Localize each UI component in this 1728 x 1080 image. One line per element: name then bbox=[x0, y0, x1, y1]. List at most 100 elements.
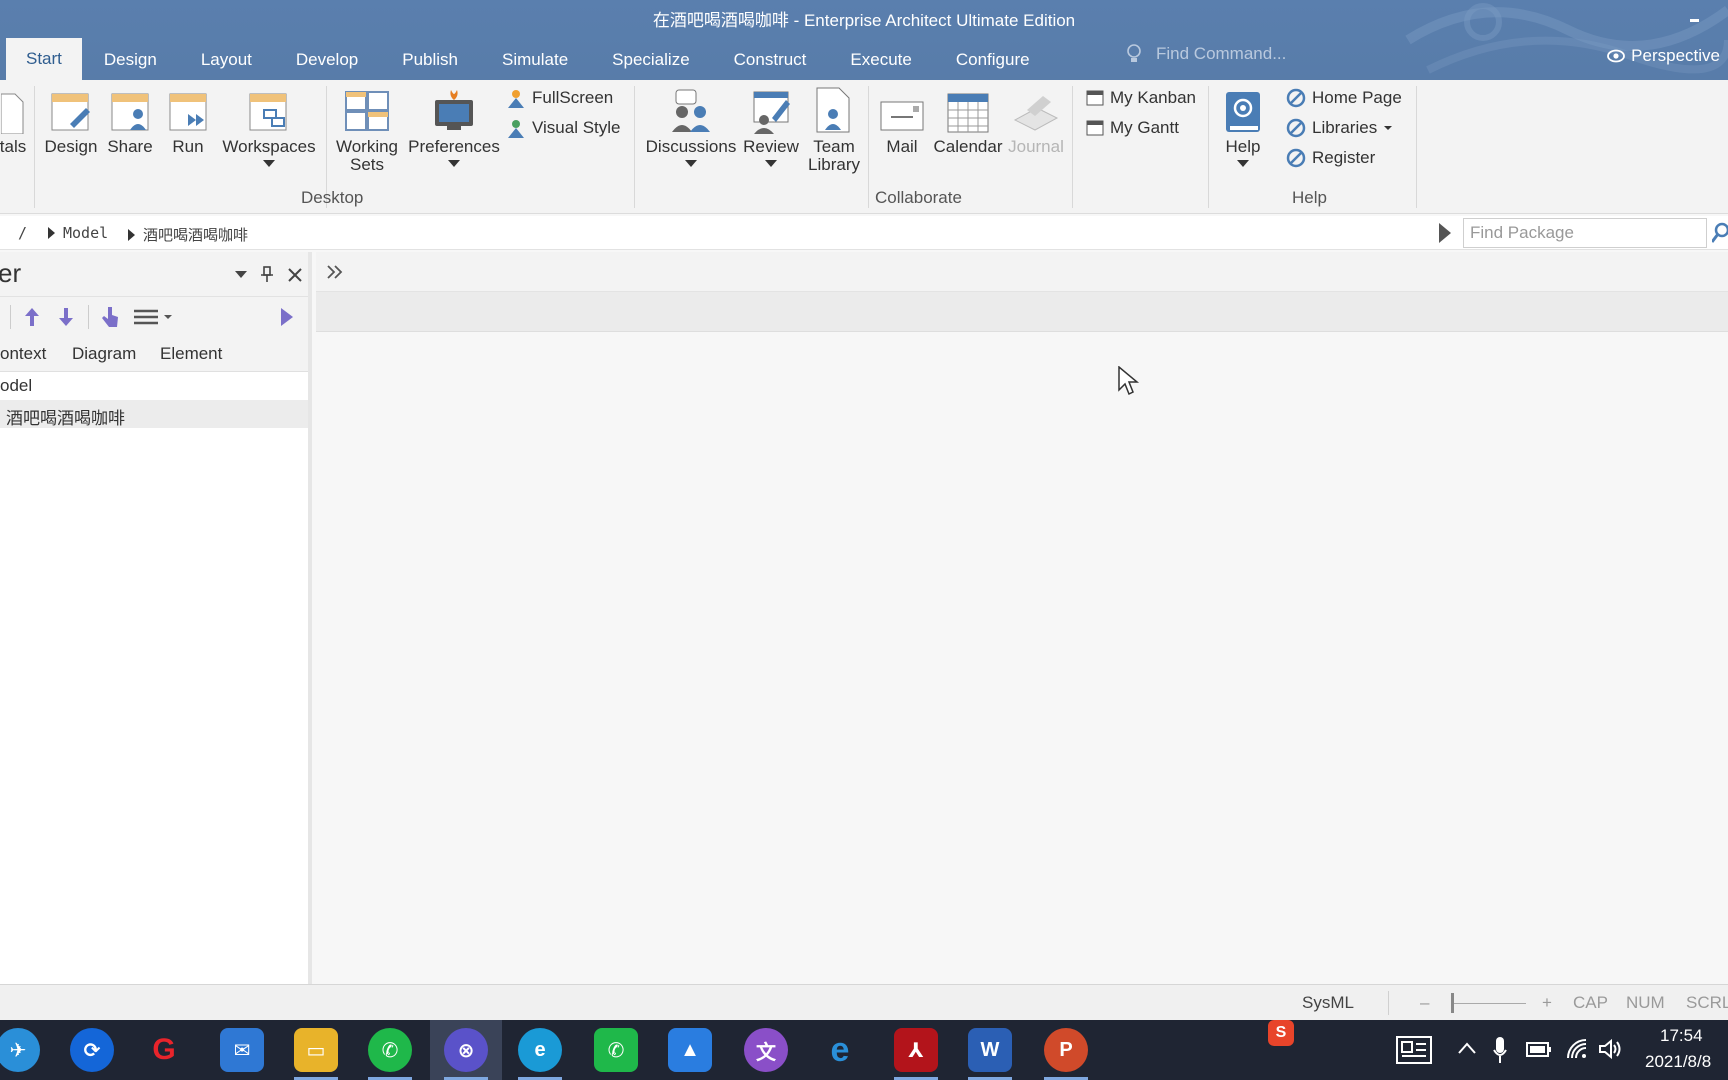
tab-start[interactable]: Start bbox=[6, 38, 82, 80]
my-kanban-button[interactable]: My Kanban bbox=[1086, 88, 1196, 108]
tab-design[interactable]: Design bbox=[82, 40, 179, 80]
tab-develop[interactable]: Develop bbox=[274, 40, 380, 80]
tab-layout[interactable]: Layout bbox=[179, 40, 274, 80]
dingtalk-app-icon[interactable]: ⟳ bbox=[70, 1028, 114, 1072]
acrobat-app-icon[interactable]: ⅄ bbox=[894, 1028, 938, 1080]
visual-style-button[interactable]: Visual Style bbox=[506, 118, 621, 138]
double-chevron-right-icon[interactable] bbox=[326, 264, 344, 280]
microphone-icon[interactable] bbox=[1492, 1036, 1508, 1064]
working-sets-label-2: Sets bbox=[349, 155, 385, 174]
journal-button[interactable]: Journal bbox=[1004, 84, 1068, 156]
title-bar: 在酒吧喝酒喝咖啡 - Enterprise Architect Ultimate… bbox=[0, 0, 1728, 80]
separator bbox=[88, 305, 89, 329]
zoom-out-button[interactable]: – bbox=[1420, 993, 1429, 1013]
powerpoint-app-icon[interactable]: P bbox=[1044, 1028, 1088, 1080]
internet-explorer-icon[interactable]: e bbox=[818, 1028, 862, 1072]
close-icon[interactable] bbox=[288, 268, 302, 282]
calendar-button[interactable]: Calendar bbox=[932, 84, 1004, 156]
design-button[interactable]: Design bbox=[42, 84, 100, 156]
separator bbox=[1388, 991, 1389, 1015]
chevron-down-icon bbox=[1237, 160, 1249, 167]
wechat-app-icon[interactable]: ✆ bbox=[368, 1028, 412, 1080]
discussions-label: Discussions bbox=[645, 137, 737, 156]
window-title: 在酒吧喝酒喝咖啡 - Enterprise Architect Ultimate… bbox=[652, 11, 1076, 30]
photos-app-icon[interactable]: ▲ bbox=[668, 1028, 712, 1072]
tree-item-package[interactable]: 酒吧喝酒喝咖啡 bbox=[0, 400, 308, 428]
breadcrumb-model[interactable]: Model bbox=[48, 224, 108, 242]
clock-time[interactable]: 17:54 bbox=[1660, 1026, 1703, 1046]
wechat-work-icon[interactable]: ✆ bbox=[594, 1028, 638, 1072]
status-mode[interactable]: SysML bbox=[1302, 993, 1354, 1013]
clock-date[interactable]: 2021/8/8 bbox=[1645, 1052, 1711, 1072]
preferences-button[interactable]: Preferences bbox=[404, 84, 504, 167]
locate-hand-icon[interactable] bbox=[100, 305, 120, 329]
chevron-down-icon[interactable] bbox=[234, 270, 248, 280]
file-explorer-icon[interactable]: ▭ bbox=[294, 1028, 338, 1080]
search-icon[interactable] bbox=[1712, 222, 1728, 244]
tab-publish[interactable]: Publish bbox=[380, 40, 480, 80]
enterprise-architect-app-icon[interactable]: ⊗ bbox=[444, 1028, 488, 1080]
chevron-up-icon[interactable] bbox=[1458, 1042, 1476, 1054]
tab-diagram[interactable]: Diagram bbox=[72, 344, 136, 364]
edge-browser-icon[interactable]: e bbox=[518, 1028, 562, 1080]
mouse-cursor-icon bbox=[1118, 366, 1140, 396]
find-package-input[interactable]: Find Package bbox=[1463, 218, 1707, 248]
help-button[interactable]: Help bbox=[1218, 84, 1268, 167]
feishu-app-icon[interactable]: ✈ bbox=[0, 1028, 40, 1072]
mail-app-icon[interactable]: ✉ bbox=[220, 1028, 264, 1072]
ribbon-tabs: Start Design Layout Develop Publish Simu… bbox=[0, 38, 1052, 80]
battery-icon[interactable] bbox=[1526, 1040, 1552, 1058]
browser-panel-header: er bbox=[0, 252, 308, 296]
tab-simulate[interactable]: Simulate bbox=[480, 40, 590, 80]
tab-execute[interactable]: Execute bbox=[828, 40, 933, 80]
tab-configure[interactable]: Configure bbox=[934, 40, 1052, 80]
home-page-button[interactable]: Home Page bbox=[1286, 88, 1402, 108]
tab-construct[interactable]: Construct bbox=[712, 40, 829, 80]
breadcrumb-package[interactable]: 酒吧喝酒喝咖啡 bbox=[128, 224, 248, 245]
zoom-in-button[interactable]: + bbox=[1542, 993, 1552, 1013]
zoom-slider-thumb[interactable] bbox=[1451, 993, 1454, 1013]
zoom-slider-track[interactable] bbox=[1452, 1003, 1526, 1004]
perspective-button[interactable]: Perspective bbox=[1607, 46, 1720, 66]
tab-element[interactable]: Element bbox=[160, 344, 222, 364]
discussions-icon bbox=[672, 89, 710, 132]
red-app-icon[interactable]: G bbox=[142, 1028, 186, 1072]
workspaces-button[interactable]: Workspaces bbox=[218, 84, 320, 167]
play-right-icon[interactable] bbox=[1438, 222, 1452, 244]
sogou-ime-icon[interactable]: S bbox=[1268, 1020, 1294, 1046]
discussions-button[interactable]: Discussions bbox=[642, 84, 740, 167]
run-button[interactable]: Run bbox=[162, 84, 214, 156]
portals-button[interactable]: tals bbox=[0, 84, 30, 156]
share-button[interactable]: Share bbox=[104, 84, 156, 156]
my-gantt-button[interactable]: My Gantt bbox=[1086, 118, 1179, 138]
chevron-down-icon bbox=[448, 160, 460, 167]
mail-button[interactable]: Mail bbox=[872, 84, 932, 156]
tab-specialize[interactable]: Specialize bbox=[590, 40, 712, 80]
menu-icon[interactable] bbox=[134, 309, 174, 325]
wifi-icon[interactable] bbox=[1566, 1038, 1588, 1060]
team-library-button[interactable]: Team Library bbox=[804, 84, 864, 174]
word-app-icon[interactable]: W bbox=[968, 1028, 1012, 1080]
arrow-up-icon[interactable] bbox=[24, 307, 40, 327]
play-right-icon[interactable] bbox=[280, 307, 294, 327]
separator bbox=[10, 305, 11, 329]
breadcrumb-root[interactable]: / bbox=[18, 224, 27, 242]
minimize-button[interactable] bbox=[1688, 10, 1702, 24]
news-widget-icon[interactable] bbox=[1396, 1036, 1432, 1064]
translate-app-icon[interactable]: 文 bbox=[744, 1028, 788, 1072]
arrow-down-icon[interactable] bbox=[58, 307, 74, 327]
register-button[interactable]: Register bbox=[1286, 148, 1375, 168]
help-label: Help bbox=[1225, 137, 1261, 156]
find-command[interactable]: Find Command... bbox=[1126, 44, 1286, 64]
libraries-button[interactable]: Libraries bbox=[1286, 118, 1393, 138]
group-label-collaborate: Collaborate bbox=[875, 188, 962, 207]
fullscreen-button[interactable]: FullScreen bbox=[506, 88, 613, 108]
pin-icon[interactable] bbox=[260, 265, 274, 283]
tab-context[interactable]: ontext bbox=[0, 344, 46, 364]
review-button[interactable]: Review bbox=[740, 84, 802, 167]
working-sets-button[interactable]: Working Sets bbox=[330, 84, 404, 174]
tree-item-model[interactable]: odel bbox=[0, 372, 308, 400]
main-canvas[interactable] bbox=[316, 332, 1728, 984]
separator bbox=[1072, 86, 1073, 208]
speaker-icon[interactable] bbox=[1598, 1038, 1622, 1060]
